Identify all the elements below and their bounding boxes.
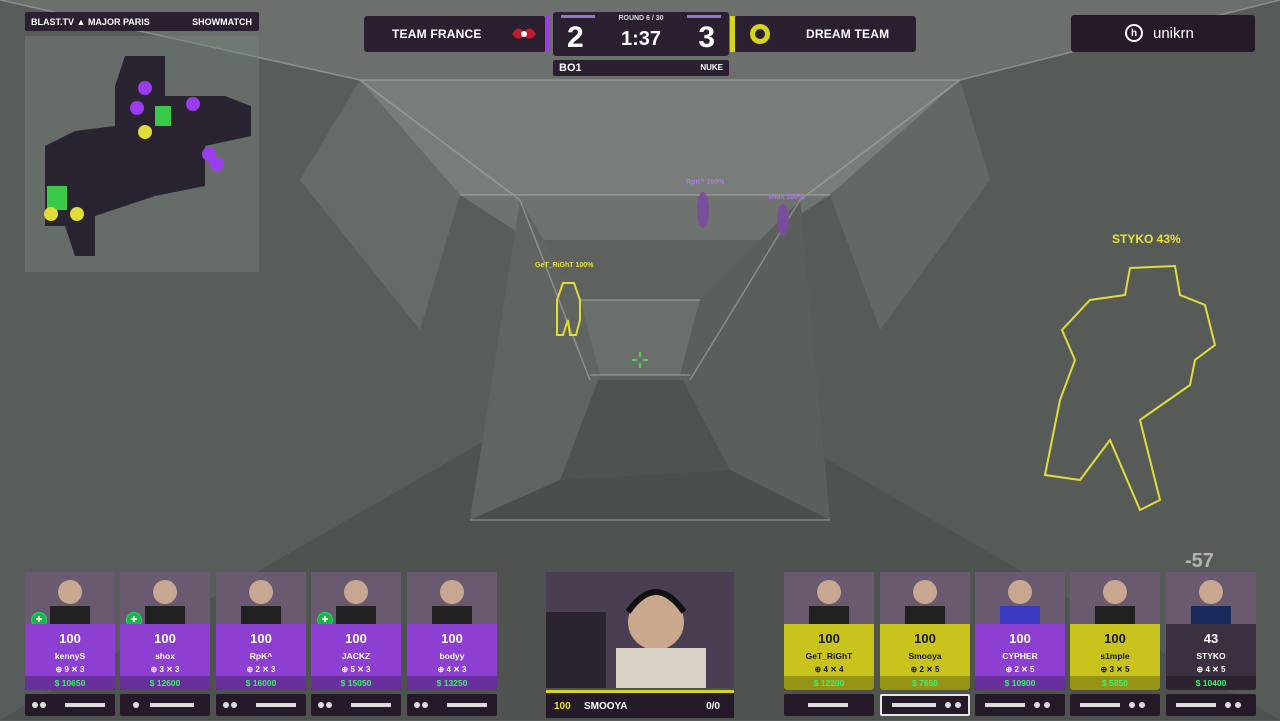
loadout-bar — [975, 694, 1065, 716]
sponsor-banner: h unikrn — [1071, 15, 1255, 52]
team-france-logo-icon — [510, 22, 538, 46]
player-money: $ 7650 — [912, 678, 938, 688]
player-name: CYPHER — [1002, 651, 1038, 661]
loadout-bar — [1070, 694, 1160, 716]
player-card-s1mple[interactable]: 100 s1mple ⊕ 3 ✕ 5 $ 5850 — [1070, 572, 1160, 692]
player-card-rpk[interactable]: 100 RpK^ ⊕ 2 ✕ 3 $ 16000 — [216, 572, 306, 692]
event-mode: SHOWMATCH — [192, 17, 252, 27]
player-hp: 100 — [1104, 631, 1126, 646]
loadout-bar — [120, 694, 210, 716]
player-name: Smooya — [908, 651, 942, 661]
player-kd: ⊕ 4 ✕ 4 — [814, 665, 844, 674]
player-name: JACKZ — [341, 651, 371, 661]
player-kd: ⊕ 3 ✕ 5 — [1100, 665, 1130, 674]
sponsor-name: unikrn — [1153, 25, 1194, 42]
player-money: $ 10400 — [1195, 678, 1227, 688]
enemy-label-rpk: RpK^ 100% — [686, 179, 725, 186]
observer-webcam — [546, 572, 734, 688]
loadout-bar — [216, 694, 306, 716]
minimap — [25, 36, 259, 272]
enemy-label-shox: shox 100% — [768, 194, 805, 201]
loadout-bar — [784, 694, 874, 716]
minimap-layout — [44, 56, 251, 256]
score-right: 3 — [698, 21, 715, 54]
player-photo — [880, 572, 970, 624]
team-left-color-bar — [545, 16, 550, 52]
player-money: $ 12600 — [149, 678, 181, 688]
player-money: $ 12200 — [813, 678, 845, 688]
player-hp: 100 — [818, 631, 840, 646]
map-name: NUKE — [700, 63, 723, 72]
player-hp: 100 — [345, 631, 367, 646]
enemy-label-styko: STYKO 43% — [1112, 232, 1181, 246]
player-card-cypher[interactable]: 100 CYPHER ⊕ 2 ✕ 5 $ 10900 — [975, 572, 1065, 692]
player-money: $ 13250 — [436, 678, 468, 688]
player-hp: 100 — [250, 631, 272, 646]
player-card-styko[interactable]: 43 STYKO ⊕ 4 ✕ 5 $ 10400 — [1166, 572, 1256, 692]
player-money: $ 10900 — [1004, 678, 1036, 688]
player-hp: 43 — [1203, 631, 1219, 646]
player-money: $ 10650 — [54, 678, 86, 688]
match-format-bar: BO1 NUKE — [553, 60, 729, 76]
dream-team-logo-icon — [746, 22, 774, 46]
player-kd: ⊕ 9 ✕ 3 — [55, 665, 85, 674]
player-kd: ⊕ 2 ✕ 5 — [1005, 665, 1035, 674]
damage-indicator: -57 — [1185, 550, 1214, 572]
loadout-bar — [1166, 694, 1256, 716]
match-format: BO1 — [559, 62, 582, 74]
player-card-kennys[interactable]: ✚ 100 kennyS ⊕ 9 ✕ 3 $ 10650 — [25, 572, 115, 692]
player-card-smooya[interactable]: 100 Smooya ⊕ 2 ✕ 5 $ 7650 — [880, 572, 970, 692]
loadout-bar — [25, 694, 115, 716]
team-right-name: DREAM TEAM — [806, 27, 890, 41]
player-photo — [1070, 572, 1160, 624]
player-kd: ⊕ 5 ✕ 3 — [341, 665, 371, 674]
player-name: shox — [155, 651, 175, 661]
team-left-banner: TEAM FRANCE — [364, 16, 550, 52]
player-name: kennyS — [54, 651, 86, 661]
player-card-shox[interactable]: ✚ 100 shox ⊕ 3 ✕ 3 $ 12600 — [120, 572, 210, 692]
event-title: BLAST.TV ▲ MAJOR PARIS — [31, 17, 150, 27]
player-kd: ⊕ 3 ✕ 3 — [150, 665, 180, 674]
event-bar: BLAST.TV ▲ MAJOR PARIS SHOWMATCH — [25, 12, 259, 31]
player-money: $ 5850 — [1102, 678, 1128, 688]
player-money: $ 16000 — [245, 678, 277, 688]
player-photo — [407, 572, 497, 624]
player-name: GeT_RiGhT — [805, 651, 853, 661]
observer-bar: 100 SMOOYA 0/0 — [546, 690, 734, 718]
player-hp: 100 — [441, 631, 463, 646]
loadout-bar — [311, 694, 401, 716]
player-money: $ 15050 — [340, 678, 372, 688]
player-kd: ⊕ 4 ✕ 5 — [1196, 665, 1226, 674]
player-hp: 100 — [154, 631, 176, 646]
player-name: bodyy — [439, 651, 465, 661]
player-hp: 100 — [914, 631, 936, 646]
observer-kd: 0/0 — [706, 701, 720, 712]
player-name: STYKO — [1196, 651, 1226, 661]
observer-hp: 100 — [554, 701, 571, 712]
player-card-getright[interactable]: 100 GeT_RiGhT ⊕ 4 ✕ 4 $ 12200 — [784, 572, 874, 692]
player-name: s1mple — [1100, 651, 1130, 661]
loadout-bar — [407, 694, 497, 716]
player-photo — [975, 572, 1065, 624]
player-card-jackz[interactable]: ✚ 100 JACKZ ⊕ 5 ✕ 3 $ 15050 — [311, 572, 401, 692]
player-photo — [784, 572, 874, 624]
enemy-label-getright: GeT_RiGhT 100% — [535, 262, 594, 269]
loadout-bar-selected — [880, 694, 970, 716]
player-kd: ⊕ 2 ✕ 5 — [910, 665, 940, 674]
player-photo — [216, 572, 306, 624]
player-hp: 100 — [1009, 631, 1031, 646]
player-name: RpK^ — [249, 651, 273, 661]
player-kd: ⊕ 4 ✕ 3 — [437, 665, 467, 674]
score-box: ROUND 6 / 30 2 1:37 3 — [553, 12, 729, 56]
player-card-bodyy[interactable]: 100 bodyy ⊕ 4 ✕ 3 $ 13250 — [407, 572, 497, 692]
observer-name: SMOOYA — [584, 701, 628, 712]
team-right-color-bar — [730, 16, 735, 52]
team-left-name: TEAM FRANCE — [392, 27, 482, 41]
unikrn-logo-icon: h — [1125, 24, 1143, 42]
team-right-banner: DREAM TEAM — [730, 16, 916, 52]
player-photo — [1166, 572, 1256, 624]
player-hp: 100 — [59, 631, 81, 646]
player-kd: ⊕ 2 ✕ 3 — [246, 665, 276, 674]
